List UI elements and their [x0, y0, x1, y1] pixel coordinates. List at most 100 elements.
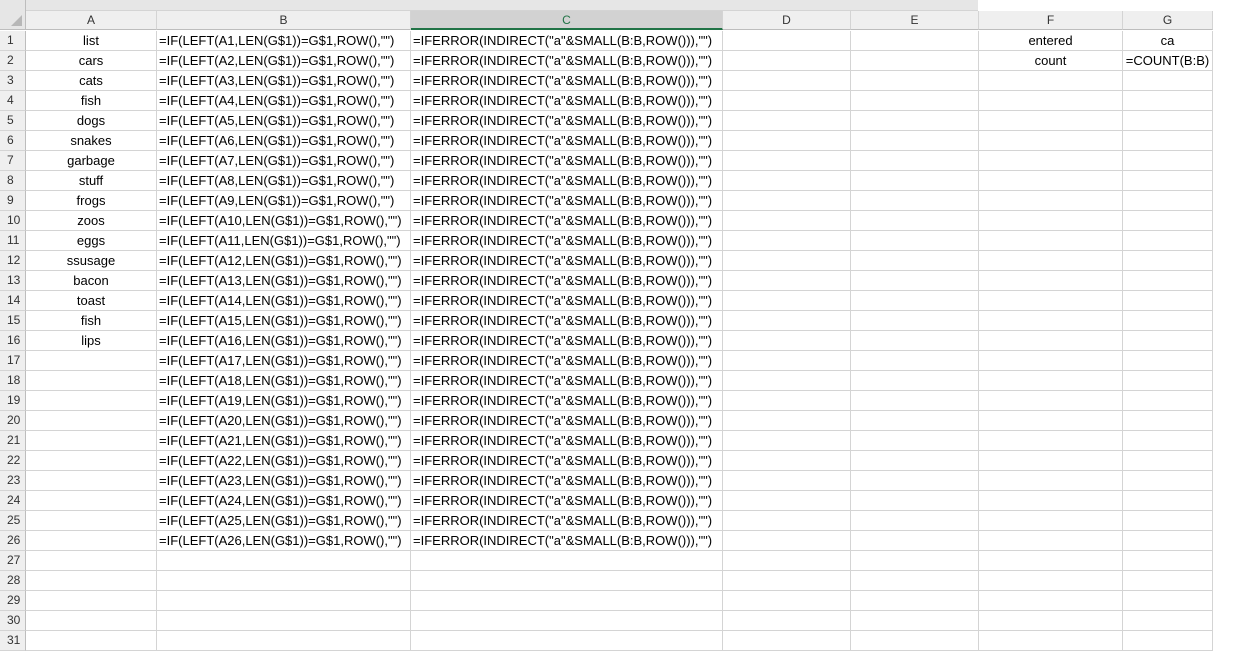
column-header-g[interactable]: G: [1123, 11, 1213, 30]
cell-c14[interactable]: =IFERROR(INDIRECT("a"&SMALL(B:B,ROW())),…: [411, 291, 723, 311]
cell-c25[interactable]: =IFERROR(INDIRECT("a"&SMALL(B:B,ROW())),…: [411, 511, 723, 531]
cell-e31[interactable]: [851, 631, 979, 651]
cell-e24[interactable]: [851, 491, 979, 511]
cell-g26[interactable]: [1123, 531, 1213, 551]
row-header-2[interactable]: 2: [0, 51, 26, 71]
cell-e10[interactable]: [851, 211, 979, 231]
row-header-16[interactable]: 16: [0, 331, 26, 351]
cell-b8[interactable]: =IF(LEFT(A8,LEN(G$1))=G$1,ROW(),""): [157, 171, 411, 191]
cell-e29[interactable]: [851, 591, 979, 611]
cell-g24[interactable]: [1123, 491, 1213, 511]
cell-f2[interactable]: count: [979, 51, 1123, 71]
cell-a24[interactable]: [26, 491, 157, 511]
row-header-27[interactable]: 27: [0, 551, 26, 571]
cell-a2[interactable]: cars: [26, 51, 157, 71]
row-header-4[interactable]: 4: [0, 91, 26, 111]
row-header-30[interactable]: 30: [0, 611, 26, 631]
column-header-b[interactable]: B: [157, 11, 411, 30]
cell-b23[interactable]: =IF(LEFT(A23,LEN(G$1))=G$1,ROW(),""): [157, 471, 411, 491]
cell-c12[interactable]: =IFERROR(INDIRECT("a"&SMALL(B:B,ROW())),…: [411, 251, 723, 271]
cell-a15[interactable]: fish: [26, 311, 157, 331]
cell-d13[interactable]: [723, 271, 851, 291]
cell-c18[interactable]: =IFERROR(INDIRECT("a"&SMALL(B:B,ROW())),…: [411, 371, 723, 391]
cell-d17[interactable]: [723, 351, 851, 371]
cell-b7[interactable]: =IF(LEFT(A7,LEN(G$1))=G$1,ROW(),""): [157, 151, 411, 171]
cell-e26[interactable]: [851, 531, 979, 551]
cell-a31[interactable]: [26, 631, 157, 651]
cell-f13[interactable]: [979, 271, 1123, 291]
cell-f30[interactable]: [979, 611, 1123, 631]
cell-a17[interactable]: [26, 351, 157, 371]
cell-e11[interactable]: [851, 231, 979, 251]
cell-a22[interactable]: [26, 451, 157, 471]
row-header-6[interactable]: 6: [0, 131, 26, 151]
cell-c2[interactable]: =IFERROR(INDIRECT("a"&SMALL(B:B,ROW())),…: [411, 51, 723, 71]
row-header-12[interactable]: 12: [0, 251, 26, 271]
cell-c1[interactable]: =IFERROR(INDIRECT("a"&SMALL(B:B,ROW())),…: [411, 31, 723, 51]
cell-b3[interactable]: =IF(LEFT(A3,LEN(G$1))=G$1,ROW(),""): [157, 71, 411, 91]
row-header-1[interactable]: 1: [0, 31, 26, 51]
cell-c28[interactable]: [411, 571, 723, 591]
cell-d23[interactable]: [723, 471, 851, 491]
row-header-18[interactable]: 18: [0, 371, 26, 391]
cell-b17[interactable]: =IF(LEFT(A17,LEN(G$1))=G$1,ROW(),""): [157, 351, 411, 371]
cell-d19[interactable]: [723, 391, 851, 411]
cell-c31[interactable]: [411, 631, 723, 651]
cell-d21[interactable]: [723, 431, 851, 451]
cell-f29[interactable]: [979, 591, 1123, 611]
cell-d2[interactable]: [723, 51, 851, 71]
cell-f25[interactable]: [979, 511, 1123, 531]
cell-f20[interactable]: [979, 411, 1123, 431]
cell-b29[interactable]: [157, 591, 411, 611]
cell-g15[interactable]: [1123, 311, 1213, 331]
cell-f4[interactable]: [979, 91, 1123, 111]
cell-e3[interactable]: [851, 71, 979, 91]
cell-f22[interactable]: [979, 451, 1123, 471]
row-header-29[interactable]: 29: [0, 591, 26, 611]
cell-d11[interactable]: [723, 231, 851, 251]
cell-d26[interactable]: [723, 531, 851, 551]
cell-f17[interactable]: [979, 351, 1123, 371]
cell-b9[interactable]: =IF(LEFT(A9,LEN(G$1))=G$1,ROW(),""): [157, 191, 411, 211]
cell-g11[interactable]: [1123, 231, 1213, 251]
row-header-17[interactable]: 17: [0, 351, 26, 371]
cell-b4[interactable]: =IF(LEFT(A4,LEN(G$1))=G$1,ROW(),""): [157, 91, 411, 111]
cell-a13[interactable]: bacon: [26, 271, 157, 291]
cell-b28[interactable]: [157, 571, 411, 591]
select-all-corner[interactable]: [0, 0, 26, 30]
cell-c5[interactable]: =IFERROR(INDIRECT("a"&SMALL(B:B,ROW())),…: [411, 111, 723, 131]
cell-e22[interactable]: [851, 451, 979, 471]
cell-e13[interactable]: [851, 271, 979, 291]
cell-b21[interactable]: =IF(LEFT(A21,LEN(G$1))=G$1,ROW(),""): [157, 431, 411, 451]
cell-g2[interactable]: =COUNT(B:B): [1123, 51, 1213, 71]
cell-e25[interactable]: [851, 511, 979, 531]
row-header-3[interactable]: 3: [0, 71, 26, 91]
cell-c27[interactable]: [411, 551, 723, 571]
row-header-7[interactable]: 7: [0, 151, 26, 171]
cell-a30[interactable]: [26, 611, 157, 631]
row-header-11[interactable]: 11: [0, 231, 26, 251]
cell-b10[interactable]: =IF(LEFT(A10,LEN(G$1))=G$1,ROW(),""): [157, 211, 411, 231]
cell-b13[interactable]: =IF(LEFT(A13,LEN(G$1))=G$1,ROW(),""): [157, 271, 411, 291]
cell-a6[interactable]: snakes: [26, 131, 157, 151]
cell-f24[interactable]: [979, 491, 1123, 511]
column-header-d[interactable]: D: [723, 11, 851, 30]
cell-b25[interactable]: =IF(LEFT(A25,LEN(G$1))=G$1,ROW(),""): [157, 511, 411, 531]
row-header-10[interactable]: 10: [0, 211, 26, 231]
cell-f23[interactable]: [979, 471, 1123, 491]
cell-c10[interactable]: =IFERROR(INDIRECT("a"&SMALL(B:B,ROW())),…: [411, 211, 723, 231]
cell-f19[interactable]: [979, 391, 1123, 411]
cell-e6[interactable]: [851, 131, 979, 151]
cell-b6[interactable]: =IF(LEFT(A6,LEN(G$1))=G$1,ROW(),""): [157, 131, 411, 151]
cell-e23[interactable]: [851, 471, 979, 491]
cell-d5[interactable]: [723, 111, 851, 131]
cell-d22[interactable]: [723, 451, 851, 471]
cell-b12[interactable]: =IF(LEFT(A12,LEN(G$1))=G$1,ROW(),""): [157, 251, 411, 271]
cell-f11[interactable]: [979, 231, 1123, 251]
cell-a28[interactable]: [26, 571, 157, 591]
cell-a29[interactable]: [26, 591, 157, 611]
cell-c9[interactable]: =IFERROR(INDIRECT("a"&SMALL(B:B,ROW())),…: [411, 191, 723, 211]
row-header-28[interactable]: 28: [0, 571, 26, 591]
cell-g18[interactable]: [1123, 371, 1213, 391]
cell-d14[interactable]: [723, 291, 851, 311]
